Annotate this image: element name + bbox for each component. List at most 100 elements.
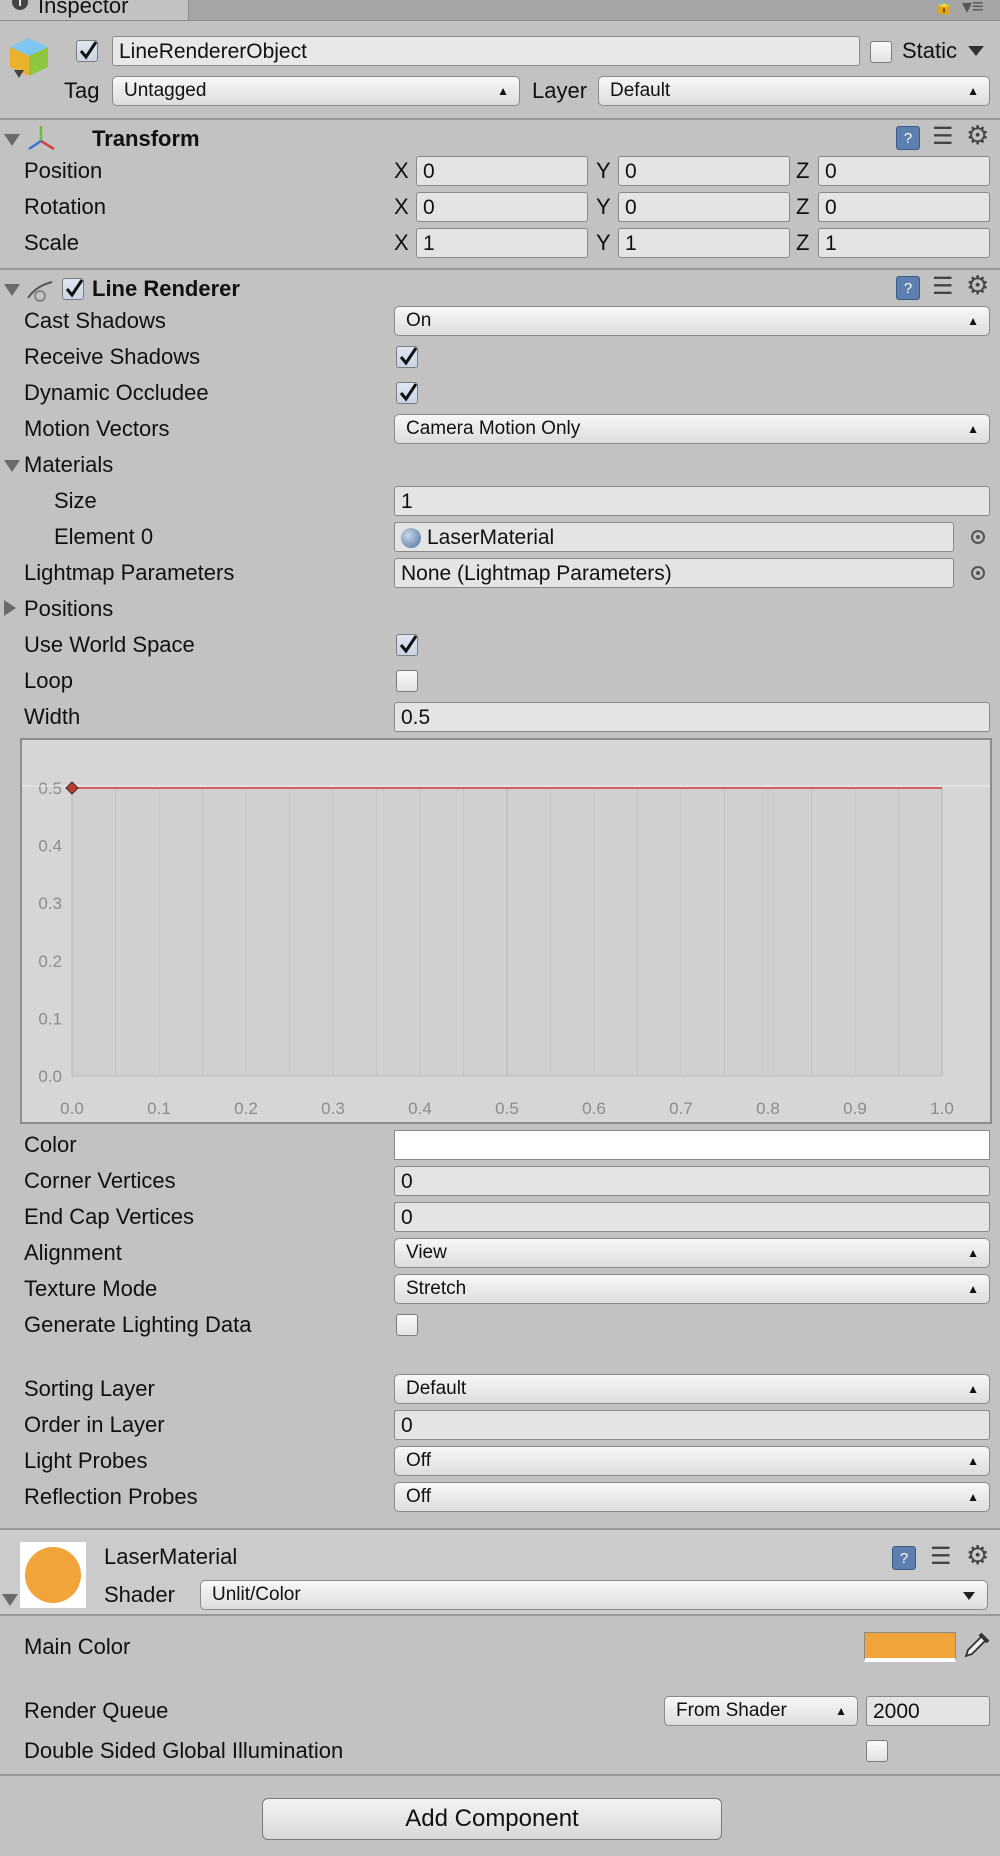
receive-shadows-checkbox[interactable] [396, 346, 418, 368]
cast-shadows-dropdown[interactable]: On ▲ [394, 306, 990, 336]
shader-value: Unlit/Color [212, 1584, 301, 1605]
line-renderer-foldout-icon[interactable] [4, 284, 20, 296]
transform-foldout-icon[interactable] [4, 134, 20, 146]
x-tick-label: 1.0 [930, 1099, 954, 1118]
row-label: Rotation [24, 194, 106, 219]
materials-label[interactable]: Materials [24, 452, 113, 478]
chevron-down-icon [963, 1592, 975, 1600]
help-icon[interactable]: ? [896, 276, 920, 300]
double-sided-gi-checkbox[interactable] [866, 1740, 888, 1762]
axis-y-label[interactable]: Y [596, 230, 611, 256]
render-queue-label: Render Queue [24, 1698, 169, 1723]
presets-icon[interactable]: ☰ [932, 274, 954, 300]
dropdown-arrows-icon: ▲ [967, 1282, 979, 1296]
object-picker-icon[interactable] [971, 530, 985, 544]
object-picker-icon[interactable] [971, 566, 985, 580]
width-field[interactable]: 0.5 [394, 702, 990, 732]
alignment-dropdown[interactable]: View ▲ [394, 1238, 990, 1268]
render-queue-field[interactable]: 2000 [866, 1696, 990, 1726]
eyedropper-icon[interactable] [962, 1630, 992, 1660]
light-probes-dropdown[interactable]: Off ▲ [394, 1446, 990, 1476]
object-active-checkbox[interactable] [76, 40, 98, 62]
lightmap-label: Lightmap Parameters [24, 560, 235, 585]
main-color-swatch[interactable] [864, 1632, 956, 1662]
rotation-z-field[interactable]: 0 [818, 192, 990, 222]
axis-x-label[interactable]: X [394, 194, 409, 220]
line-renderer-title: Line Renderer [92, 276, 240, 301]
position-x-field[interactable]: 0 [416, 156, 588, 186]
materials-size-field[interactable]: 1 [394, 486, 990, 516]
world-space-label: Use World Space [24, 632, 195, 657]
add-component-button[interactable]: Add Component [262, 1798, 722, 1840]
rotation-y-field[interactable]: 0 [618, 192, 790, 222]
tab-inspector[interactable]: i Inspector [0, 0, 189, 20]
order-in-layer-field[interactable]: 0 [394, 1410, 990, 1440]
dropdown-arrows-icon: ▲ [967, 422, 979, 436]
corner-vertices-field[interactable]: 0 [394, 1166, 990, 1196]
loop-checkbox[interactable] [396, 670, 418, 692]
generate-lighting-checkbox[interactable] [396, 1314, 418, 1336]
rotation-x-field[interactable]: 0 [416, 192, 588, 222]
axis-y-label[interactable]: Y [596, 158, 611, 184]
element0-object-field[interactable]: LaserMaterial [394, 522, 954, 552]
y-tick-label: 0.3 [38, 894, 62, 913]
help-icon[interactable]: ? [896, 126, 920, 150]
scale-z-field[interactable]: 1 [818, 228, 990, 258]
motion-vectors-dropdown[interactable]: Camera Motion Only ▲ [394, 414, 990, 444]
width-curve-editor[interactable]: 0.0 0.1 0.2 0.3 0.4 0.5 0.6 0.7 0.8 0.9 1.0 0.0 0.1 0… [20, 738, 992, 1124]
lock-icon[interactable]: 🔒 [934, 0, 954, 15]
scale-x-field[interactable]: 1 [416, 228, 588, 258]
gear-icon[interactable]: ⚙ [966, 1542, 989, 1568]
add-component-label: Add Component [405, 1805, 579, 1832]
static-dropdown-icon[interactable] [968, 46, 984, 56]
render-queue-mode-dropdown[interactable]: From Shader ▲ [664, 1696, 858, 1726]
axis-y-label[interactable]: Y [596, 194, 611, 220]
materials-foldout-icon[interactable] [4, 460, 20, 472]
tag-dropdown[interactable]: Untagged ▲ [112, 76, 520, 106]
axis-x-label[interactable]: X [394, 158, 409, 184]
axis-z-label[interactable]: Z [796, 230, 809, 256]
static-checkbox[interactable] [870, 41, 892, 63]
axis-z-label[interactable]: Z [796, 194, 809, 220]
light-probes-value: Off [406, 1450, 431, 1471]
presets-icon[interactable]: ☰ [930, 1544, 952, 1570]
texture-mode-dropdown[interactable]: Stretch ▲ [394, 1274, 990, 1304]
material-preview[interactable] [20, 1542, 86, 1608]
axis-z-label[interactable]: Z [796, 158, 809, 184]
separator [0, 118, 1000, 120]
element0-value: LaserMaterial [427, 526, 555, 549]
width-curve-chart[interactable]: 0.0 0.1 0.2 0.3 0.4 0.5 0.6 0.7 0.8 0.9 1.0 0.0 0.1 0… [22, 740, 990, 1122]
alignment-label: Alignment [24, 1240, 122, 1265]
layer-label: Layer [532, 78, 588, 103]
reflection-probes-dropdown[interactable]: Off ▲ [394, 1482, 990, 1512]
sorting-layer-dropdown[interactable]: Default ▲ [394, 1374, 990, 1404]
material-preview-sphere [25, 1547, 81, 1603]
help-icon[interactable]: ? [892, 1546, 916, 1570]
color-label: Color [24, 1132, 77, 1157]
x-tick-label: 0.8 [756, 1099, 780, 1118]
gear-icon[interactable]: ⚙ [966, 272, 989, 298]
presets-icon[interactable]: ☰ [932, 124, 954, 150]
position-z-field[interactable]: 0 [818, 156, 990, 186]
axis-x-label[interactable]: X [394, 230, 409, 256]
object-name-field[interactable]: LineRendererObject [112, 36, 860, 66]
scale-y-field[interactable]: 1 [618, 228, 790, 258]
material-foldout-icon[interactable] [2, 1594, 18, 1606]
tab-menu-icon[interactable]: ▾≡ [962, 0, 984, 19]
lightmap-object-field[interactable]: None (Lightmap Parameters) [394, 558, 954, 588]
dynamic-occludee-checkbox[interactable] [396, 382, 418, 404]
main-color-label: Main Color [24, 1634, 131, 1659]
positions-label[interactable]: Positions [24, 596, 113, 622]
color-swatch[interactable] [394, 1130, 990, 1160]
end-cap-vertices-field[interactable]: 0 [394, 1202, 990, 1232]
position-y-field[interactable]: 0 [618, 156, 790, 186]
y-tick-label: 0.0 [38, 1067, 62, 1086]
positions-foldout-icon[interactable] [4, 600, 16, 616]
element0-label: Element 0 [54, 524, 154, 549]
world-space-checkbox[interactable] [396, 634, 418, 656]
layer-dropdown[interactable]: Default ▲ [598, 76, 990, 106]
gear-icon[interactable]: ⚙ [966, 122, 989, 148]
dropdown-arrows-icon: ▲ [967, 1454, 979, 1468]
line-renderer-enabled-checkbox[interactable] [62, 278, 84, 300]
shader-dropdown[interactable]: Unlit/Color [200, 1580, 988, 1610]
